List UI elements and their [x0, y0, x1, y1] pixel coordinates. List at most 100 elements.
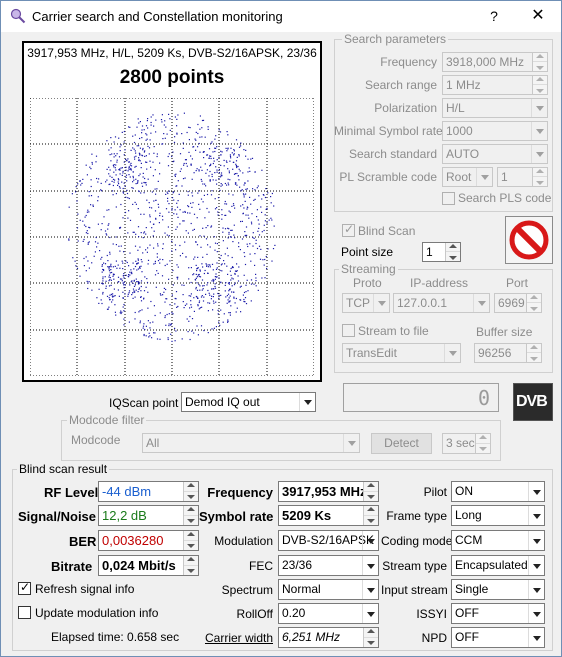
modcode-select[interactable]: All — [142, 433, 360, 453]
detect-button[interactable]: Detect — [371, 433, 432, 454]
constellation-point — [244, 235, 246, 237]
close-button[interactable]: ✕ — [523, 5, 553, 27]
buffer-size-spinner[interactable] — [526, 344, 541, 362]
blind-scan-checkbox[interactable] — [342, 222, 355, 237]
coding-mode-select[interactable]: CCM — [451, 530, 545, 551]
constellation-point — [191, 318, 194, 320]
min-symbol-rate-select[interactable]: 1000 — [442, 121, 548, 141]
constellation-point — [233, 154, 235, 156]
constellation-point — [141, 125, 144, 127]
constellation-point — [229, 312, 231, 314]
constellation-point — [232, 278, 234, 280]
constellation-point — [222, 231, 224, 233]
constellation-point — [169, 304, 171, 306]
constellation-point — [199, 208, 201, 210]
constellation-point — [112, 194, 114, 196]
constellation-point — [252, 232, 254, 234]
constellation-point — [208, 157, 210, 159]
constellation-point — [229, 236, 232, 238]
carrier-width-label[interactable]: Carrier width — [199, 631, 273, 645]
constellation-point — [211, 175, 213, 178]
constellation-point — [108, 306, 110, 308]
frame-type-select[interactable]: Long — [451, 505, 545, 526]
constellation-point — [209, 294, 211, 296]
input-stream-select[interactable]: Single — [451, 579, 545, 600]
constellation-point — [170, 333, 172, 335]
constellation-point — [168, 190, 170, 192]
pl-scramble-label: PL Scramble code — [339, 170, 437, 184]
constellation-point — [121, 280, 123, 282]
carrier-width-spinner[interactable] — [363, 628, 378, 647]
constellation-point — [199, 128, 201, 130]
constellation-point — [192, 229, 194, 231]
constellation-point — [235, 270, 237, 272]
issyi-select[interactable]: OFF — [451, 603, 545, 624]
constellation-point — [180, 168, 182, 170]
stream-target-select[interactable]: TransEdit — [342, 343, 461, 363]
constellation-point — [115, 193, 117, 195]
constellation-point — [187, 331, 189, 333]
constellation-point — [129, 284, 131, 286]
constellation-point — [153, 146, 155, 148]
constellation-point — [132, 282, 134, 284]
constellation-point — [164, 264, 166, 267]
search-standard-select[interactable]: AUTO — [442, 144, 548, 164]
pl-scramble-spinner[interactable] — [532, 168, 547, 186]
bitrate-spinner[interactable] — [183, 556, 198, 575]
constellation-point — [236, 165, 238, 167]
port-spinner[interactable] — [526, 294, 541, 312]
fec-select[interactable]: 23/36 — [278, 555, 379, 576]
constellation-point — [200, 246, 202, 248]
constellation-point — [139, 160, 141, 162]
constellation-point — [137, 268, 139, 270]
constellation-point — [206, 154, 208, 156]
constellation-point — [142, 147, 144, 150]
constellation-point — [153, 247, 155, 249]
update-modulation-checkbox[interactable] — [18, 606, 31, 619]
constellation-point — [122, 291, 124, 293]
constellation-point — [68, 238, 70, 240]
npd-select[interactable]: OFF — [451, 627, 545, 648]
refresh-signal-checkbox[interactable] — [18, 580, 31, 595]
detect-interval-spinner[interactable] — [475, 434, 490, 453]
polarization-select[interactable]: H/L — [442, 98, 548, 118]
constellation-points-count: 2800 points — [119, 67, 225, 88]
rolloff-select[interactable]: 0.20 — [278, 603, 379, 624]
constellation-point — [261, 169, 263, 171]
iqscan-point-select[interactable]: Demod IQ out — [181, 392, 316, 412]
search-range-spinner[interactable] — [532, 76, 547, 94]
constellation-point — [142, 172, 144, 174]
constellation-point — [157, 272, 159, 274]
constellation-point — [238, 155, 240, 157]
signal-noise-spinner[interactable] — [183, 506, 198, 525]
constellation-point — [109, 299, 111, 301]
rf-level-spinner[interactable] — [183, 482, 198, 501]
stream-to-file-checkbox[interactable] — [342, 324, 355, 337]
pilot-select[interactable]: ON — [451, 481, 545, 502]
result-frequency-spinner[interactable] — [363, 482, 378, 501]
constellation-point — [170, 323, 172, 325]
ip-address-select[interactable]: 127.0.0.1 — [393, 293, 490, 313]
frequency-spinner[interactable] — [532, 53, 547, 71]
modulation-select[interactable]: DVB-S2/16APSK — [278, 530, 379, 551]
constellation-point — [142, 149, 144, 151]
spectrum-select[interactable]: Normal — [278, 579, 379, 600]
constellation-point — [143, 323, 145, 325]
symbol-rate-spinner[interactable] — [363, 506, 378, 525]
point-size-spinner[interactable] — [445, 243, 460, 261]
constellation-point — [142, 327, 144, 329]
stream-type-select[interactable]: Encapsulated — [451, 555, 545, 576]
constellation-point — [211, 190, 213, 192]
pl-scramble-mode-select[interactable]: Root — [442, 167, 493, 187]
stop-scan-button[interactable] — [505, 216, 553, 264]
constellation-point — [240, 142, 242, 144]
constellation-point — [254, 264, 256, 266]
constellation-point — [140, 167, 142, 169]
search-pls-checkbox[interactable] — [442, 192, 455, 205]
help-button[interactable]: ? — [479, 5, 509, 27]
constellation-point — [144, 276, 146, 278]
proto-select[interactable]: TCP — [342, 293, 390, 313]
constellation-point — [176, 133, 178, 135]
constellation-point — [228, 290, 230, 292]
ber-spinner[interactable] — [183, 531, 198, 550]
